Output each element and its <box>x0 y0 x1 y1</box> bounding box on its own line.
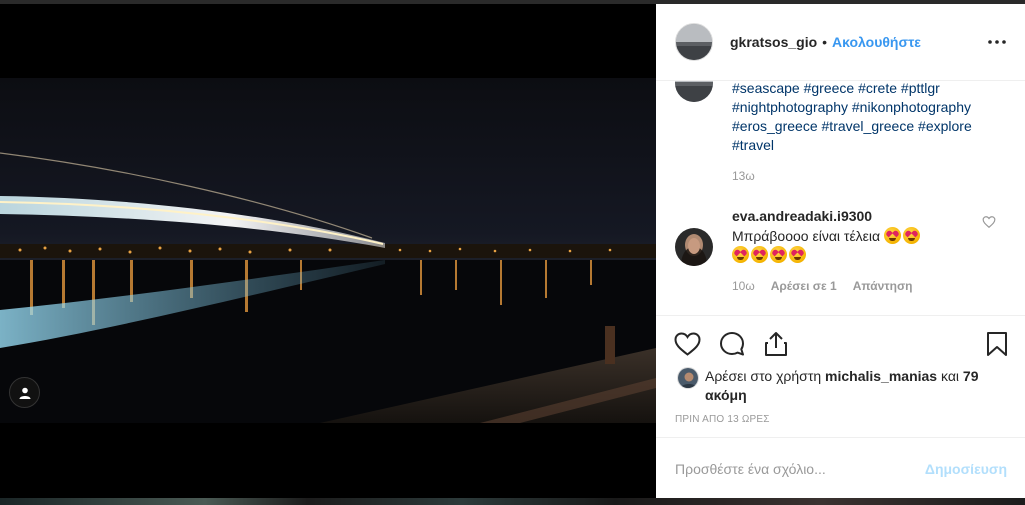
photo-area <box>0 4 656 498</box>
more-options-button[interactable] <box>985 30 1009 54</box>
background-feed-strip <box>0 498 1025 505</box>
comment-input[interactable] <box>675 458 915 480</box>
like-button[interactable] <box>673 330 701 358</box>
post-comment-button[interactable]: Δημοσίευση <box>925 461 1007 477</box>
caption-timestamp[interactable]: 13ω <box>732 169 755 183</box>
follow-button[interactable]: Ακολουθήστε <box>832 34 921 50</box>
owner-avatar[interactable] <box>675 23 713 61</box>
heart-eyes-emoji <box>884 227 902 244</box>
heart-eyes-emoji <box>789 246 806 263</box>
hashtag[interactable]: #crete <box>858 81 897 96</box>
comment-meta: 10ω Αρέσει σε 1 Απάντηση <box>732 279 913 293</box>
comment-text: Μπράβοοοο είναι τέλεια <box>732 227 972 265</box>
post-actions: Αρέσει στο χρήστη michalis_manias και 79… <box>656 315 1025 437</box>
separator-dot: • <box>822 34 828 50</box>
hashtag[interactable]: #travel_greece <box>822 118 915 134</box>
hashtag[interactable]: #explore <box>918 118 972 134</box>
heart-eyes-emoji <box>751 246 768 263</box>
share-icon <box>765 332 787 356</box>
reply-button[interactable]: Απάντηση <box>853 279 913 293</box>
heart-icon <box>673 332 701 356</box>
likes-summary: Αρέσει στο χρήστη michalis_manias και 79… <box>705 367 1005 405</box>
hashtag[interactable]: #nikonphotography <box>852 99 971 115</box>
liker-avatar[interactable] <box>677 367 699 389</box>
post-photo[interactable] <box>0 78 656 423</box>
heart-eyes-emoji <box>732 246 749 263</box>
hashtag[interactable]: #travel <box>732 137 774 153</box>
heart-eyes-emoji <box>903 227 921 244</box>
comment-likes-link[interactable]: Αρέσει σε 1 <box>771 279 837 293</box>
comment-button[interactable] <box>718 330 746 358</box>
bookmark-icon <box>987 332 1007 356</box>
tagged-users-button[interactable] <box>9 377 40 408</box>
post-timestamp[interactable]: ΠΡΙΝ ΑΠΟ 13 ΩΡΕΣ <box>675 414 770 425</box>
caption-owner-avatar[interactable] <box>675 81 713 102</box>
save-button[interactable] <box>983 330 1011 358</box>
caption-hashtags: #seascape #greece #crete #pttlgr #nightp… <box>732 81 1002 155</box>
user-icon <box>19 387 30 399</box>
hashtag[interactable]: #nightphotography <box>732 99 848 115</box>
commenter-avatar[interactable] <box>675 228 713 266</box>
likes-joiner: και <box>940 368 960 384</box>
commenter-username[interactable]: eva.andreadaki.i9300 <box>732 208 872 224</box>
comment-like-heart-icon[interactable] <box>982 215 996 229</box>
add-comment-section: Δημοσίευση <box>656 437 1025 498</box>
liker-username[interactable]: michalis_manias <box>825 368 937 384</box>
comment-body: Μπράβοοοο είναι τέλεια <box>732 228 881 244</box>
hashtag[interactable]: #greece <box>804 81 855 96</box>
post-header: gkratsos_gio • Ακολουθήστε <box>656 4 1025 81</box>
post-side-panel: gkratsos_gio • Ακολουθήστε #seascape #gr… <box>656 4 1025 498</box>
hashtag[interactable]: #pttlgr <box>901 81 940 96</box>
comments-list[interactable]: #seascape #greece #crete #pttlgr #nightp… <box>656 81 1025 315</box>
comment-timestamp[interactable]: 10ω <box>732 279 755 293</box>
owner-username[interactable]: gkratsos_gio <box>730 34 817 50</box>
comment-icon <box>720 332 744 356</box>
share-button[interactable] <box>762 330 790 358</box>
hashtag[interactable]: #eros_greece <box>732 118 818 134</box>
hashtag[interactable]: #seascape <box>732 81 800 96</box>
likes-prefix: Αρέσει στο χρήστη <box>705 368 822 384</box>
more-icon <box>988 40 1006 44</box>
heart-eyes-emoji <box>770 246 787 263</box>
